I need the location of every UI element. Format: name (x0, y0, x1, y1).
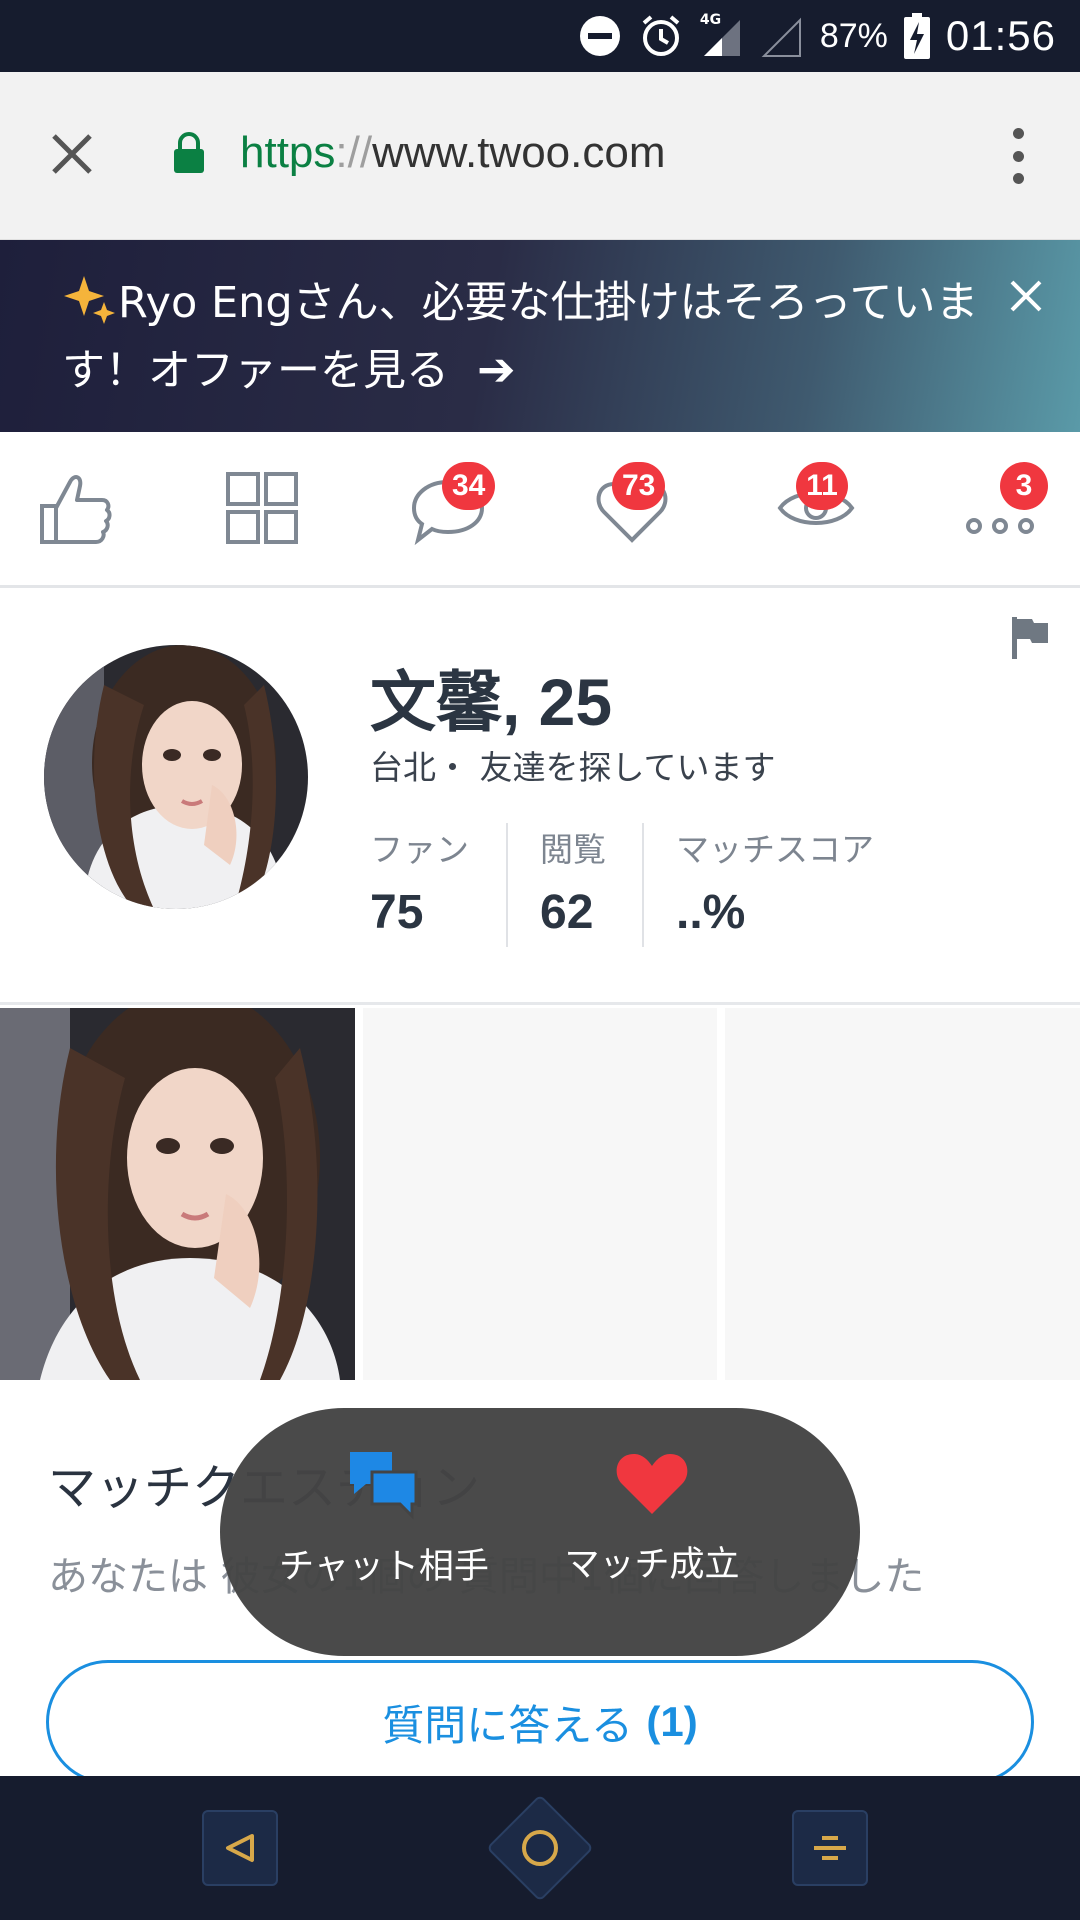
report-flag-button[interactable] (1010, 615, 1050, 665)
app-nav-bar: 34 73 11 3 (0, 432, 1080, 588)
more-badge: 3 (1000, 462, 1048, 510)
profile-photo[interactable] (0, 1008, 355, 1380)
stat-fans: ファン 75 (370, 830, 469, 939)
photo-placeholder (725, 1008, 1080, 1380)
lock-icon (172, 132, 206, 178)
recents-button[interactable] (792, 1810, 868, 1886)
signal-empty-icon (760, 14, 804, 58)
chat-bubbles-icon (350, 1452, 418, 1520)
photo-placeholder (362, 1008, 718, 1380)
nav-messages[interactable]: 34 (408, 462, 498, 558)
promo-text[interactable]: Ryo Engさん、必要な仕掛けはそろっています！オファーを見る ➔ (62, 270, 982, 404)
nav-visitors[interactable]: 11 (776, 462, 866, 558)
avatar[interactable] (44, 645, 308, 909)
url-field[interactable]: https://www.twoo.com (240, 128, 666, 178)
flag-icon (1012, 617, 1048, 659)
match-overlay: チャット相手 マッチ成立 (220, 1408, 860, 1656)
signal-icon: 4G (700, 12, 744, 58)
nav-browse[interactable] (222, 468, 312, 558)
promo-banner[interactable]: Ryo Engさん、必要な仕掛けはそろっています！オファーを見る ➔ (0, 240, 1080, 432)
nav-more[interactable]: 3 (962, 462, 1052, 558)
match-made-button[interactable]: マッチ成立 (532, 1448, 772, 1587)
alarm-icon (638, 13, 684, 59)
stat-match-score: マッチスコア ..% (676, 830, 874, 939)
profile-name: 文馨, 25 (370, 665, 613, 739)
stat-divider (506, 823, 508, 947)
nav-likes[interactable] (36, 468, 126, 558)
close-tab-button[interactable] (44, 126, 100, 182)
answer-question-button[interactable]: 質問に答える (1) (46, 1660, 1034, 1784)
clock: 01:56 (945, 12, 1056, 59)
status-bar: 4G 87% 01:56 (0, 0, 1080, 72)
battery-percent: 87% (819, 16, 888, 55)
browser-url-bar: https://www.twoo.com (0, 72, 1080, 240)
back-button[interactable] (202, 1810, 278, 1886)
home-icon (522, 1830, 558, 1866)
arrow-right-icon: ➔ (477, 342, 516, 396)
chat-partner-button[interactable]: チャット相手 (264, 1448, 504, 1589)
do-not-disturb-icon (578, 14, 622, 58)
system-nav-bar (0, 1776, 1080, 1920)
photo-grid (0, 1008, 1080, 1380)
back-icon (226, 1834, 254, 1862)
heart-icon (616, 1454, 688, 1514)
grid-icon (226, 472, 298, 544)
nav-likes-you[interactable]: 73 (592, 462, 682, 558)
promo-close-button[interactable] (1006, 276, 1046, 316)
stat-divider (642, 823, 644, 947)
profile-card: 文馨, 25 台北・ 友達を探しています ファン 75 閲覧 62 マッチスコア… (0, 591, 1080, 1005)
thumbs-up-icon (40, 475, 112, 544)
menu-icon (814, 1836, 846, 1860)
close-icon (52, 134, 92, 174)
stat-views: 閲覧 62 (540, 830, 606, 939)
messages-badge: 34 (442, 462, 496, 510)
close-icon (1010, 280, 1042, 312)
likes-badge: 73 (612, 462, 666, 510)
profile-subtitle: 台北・ 友達を探しています (370, 748, 776, 787)
browser-menu-button[interactable] (1006, 128, 1030, 184)
home-button[interactable] (486, 1794, 594, 1902)
battery-charging-icon (903, 13, 930, 59)
visitors-badge: 11 (796, 462, 848, 510)
